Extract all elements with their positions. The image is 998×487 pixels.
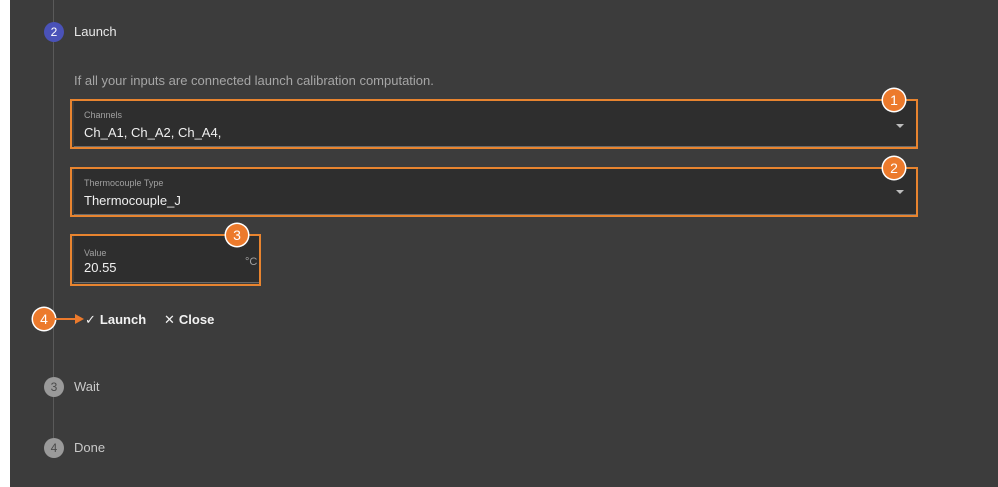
step-3-label[interactable]: Wait — [74, 379, 100, 394]
step-2-label[interactable]: Launch — [74, 24, 117, 39]
helper-text: If all your inputs are connected launch … — [74, 73, 434, 88]
callout-badge-4: 4 — [33, 308, 55, 330]
callout-badge-1: 1 — [883, 89, 905, 111]
close-button-label: Close — [178, 312, 215, 327]
callout-badge-3: 3 — [226, 224, 248, 246]
stepper-connector — [53, 42, 54, 377]
highlight-box-channels — [70, 99, 918, 149]
step-4-indicator: 4 — [44, 438, 64, 458]
stepper-connector — [53, 0, 54, 22]
step-4-label[interactable]: Done — [74, 440, 105, 455]
step-2-indicator: 2 — [44, 22, 64, 42]
stepper-connector — [53, 396, 54, 438]
close-button[interactable]: ✕ Close — [164, 312, 214, 328]
step-3-indicator: 3 — [44, 377, 64, 397]
highlight-box-thermocouple — [70, 167, 918, 217]
callout-badge-2: 2 — [883, 157, 905, 179]
launch-button[interactable]: ✓ Launch — [85, 312, 146, 328]
callout-arrow — [55, 314, 84, 324]
check-icon: ✓ — [85, 312, 96, 327]
launch-button-label: Launch — [99, 312, 147, 327]
close-icon: ✕ — [164, 312, 175, 327]
